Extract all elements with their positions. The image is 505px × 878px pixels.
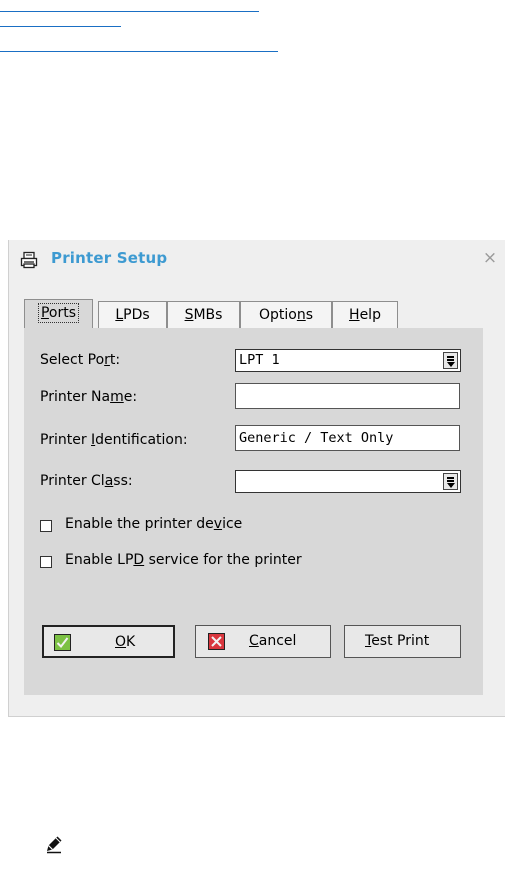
select-port-label: Select Port: (40, 352, 121, 368)
printer-name-label: Printer Name: (40, 389, 138, 405)
printer-identification-field[interactable]: Generic / Text Only (235, 425, 460, 451)
ok-label: OK (115, 634, 136, 650)
link-underline[interactable] (0, 26, 121, 27)
tab-label: Options (258, 307, 314, 323)
enable-printer-device-checkbox[interactable] (40, 520, 52, 532)
link-underline[interactable] (0, 51, 278, 52)
select-port-value: LPT 1 (239, 352, 280, 368)
printer-icon (20, 251, 38, 269)
link-underline[interactable] (0, 11, 259, 12)
dialog-title: Printer Setup (51, 249, 168, 267)
tab-label: LPDs (115, 307, 150, 323)
cancel-label: Cancel (249, 633, 297, 649)
enable-lpd-service-label: Enable LPD service for the printer (65, 552, 302, 568)
tab-lpds[interactable]: LPDs (98, 301, 167, 328)
cancel-button[interactable]: Cancel (195, 625, 331, 658)
ok-button[interactable]: OK (42, 625, 175, 658)
tab-label: SMBs (184, 307, 223, 323)
tab-options[interactable]: Options (240, 301, 332, 328)
dropdown-arrow-icon[interactable] (443, 352, 458, 369)
title-bar: Printer Setup × (9, 240, 505, 278)
close-icon[interactable]: × (480, 248, 500, 268)
tab-help[interactable]: Help (332, 301, 398, 328)
test-print-label: Test Print (365, 633, 430, 649)
check-icon (54, 634, 71, 651)
ports-panel: Select Port: LPT 1 Printer Name: Printer… (24, 328, 483, 695)
pencil-note-icon (47, 836, 62, 854)
printer-setup-dialog: Printer Setup × Ports LPDs SMBs Options … (8, 240, 505, 717)
tab-smbs[interactable]: SMBs (167, 301, 240, 328)
tab-label: Help (349, 307, 381, 323)
printer-identification-label: Printer Identification: (40, 432, 188, 448)
test-print-button[interactable]: Test Print (344, 625, 461, 658)
printer-name-field[interactable] (235, 383, 460, 409)
dropdown-arrow-icon[interactable] (443, 473, 458, 490)
x-icon (208, 633, 225, 650)
enable-printer-device-label: Enable the printer device (65, 516, 243, 532)
printer-class-label: Printer Class: (40, 473, 133, 489)
tab-label: Ports (37, 303, 80, 323)
printer-class-dropdown[interactable] (235, 470, 461, 493)
tab-ports[interactable]: Ports (24, 299, 93, 328)
select-port-dropdown[interactable]: LPT 1 (235, 349, 461, 372)
enable-lpd-service-checkbox[interactable] (40, 556, 52, 568)
